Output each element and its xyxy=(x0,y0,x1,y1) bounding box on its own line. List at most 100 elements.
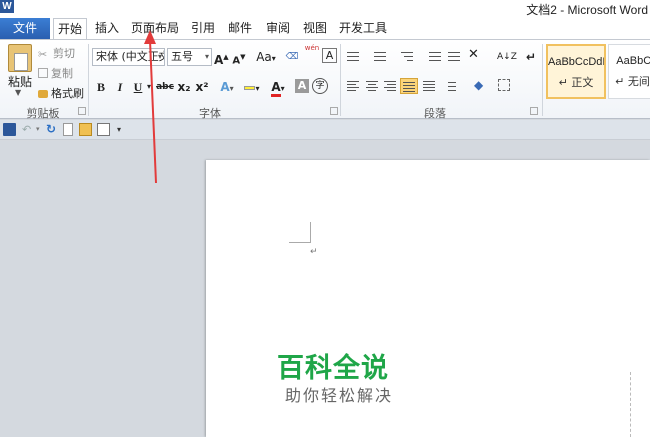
font-name-value: 宋体 (中文正文) xyxy=(96,50,164,63)
style-sample: AaBbCcI xyxy=(616,55,650,67)
decrease-indent-icon[interactable] xyxy=(427,49,443,63)
font-color-label: A xyxy=(271,80,281,97)
redo-icon[interactable]: ↻ xyxy=(46,123,59,136)
eraser-icon: ⌫ xyxy=(285,52,299,62)
shrink-font-label: A xyxy=(232,55,241,67)
paragraph-mark: ↵ xyxy=(310,247,318,257)
underline-dropdown-icon[interactable]: ▾ xyxy=(145,78,153,96)
bullets-icon[interactable] xyxy=(345,49,361,63)
distributed-icon[interactable] xyxy=(421,79,437,93)
superscript-button[interactable]: x² xyxy=(195,78,209,96)
clipboard-launcher-icon[interactable] xyxy=(78,107,86,115)
font-size-value: 五号 xyxy=(171,50,193,63)
enclose-characters-button[interactable]: A xyxy=(322,48,337,63)
strikethrough-button[interactable]: abc xyxy=(156,78,174,96)
tab-page-layout[interactable]: 页面布局 xyxy=(130,18,180,39)
group-divider xyxy=(88,44,89,116)
open-folder-icon[interactable] xyxy=(79,123,92,136)
scissors-icon: ✂ xyxy=(38,48,48,61)
text-effect-label: A xyxy=(220,80,230,94)
paragraph-group-label: 段落 xyxy=(424,107,446,120)
format-painter-button[interactable]: 格式刷 xyxy=(38,85,84,101)
align-left-icon[interactable] xyxy=(345,79,361,93)
tab-view[interactable]: 视图 xyxy=(300,18,330,39)
watermark-title: 百科全说 xyxy=(277,353,389,384)
sort-button[interactable]: A↓Z xyxy=(497,48,517,66)
phonetic-guide-button[interactable]: wén xyxy=(303,44,321,62)
shrink-font-button[interactable]: A▼ xyxy=(232,48,246,66)
tab-home[interactable]: 开始 xyxy=(53,18,87,40)
line-spacing-icon[interactable] xyxy=(442,79,458,93)
paste-icon[interactable] xyxy=(8,44,32,72)
justify-icon[interactable] xyxy=(400,78,418,94)
chevron-down-icon: ▾ xyxy=(157,52,162,61)
style-name: ↵ 无间隔 xyxy=(615,75,650,88)
clear-format-button[interactable]: ⌫ xyxy=(283,48,301,66)
multilevel-list-icon[interactable] xyxy=(399,49,415,63)
font-size-combo[interactable]: 五号 ▾ xyxy=(167,48,212,66)
highlighter-icon xyxy=(244,85,256,90)
crop-mark xyxy=(310,222,311,243)
word-app-icon[interactable]: W xyxy=(0,0,14,13)
new-document-icon[interactable] xyxy=(63,123,73,136)
group-divider xyxy=(542,44,543,116)
enclose-characters-label: A xyxy=(325,49,334,62)
text-effect-button[interactable]: A▾ xyxy=(218,78,236,96)
edit-document-icon[interactable] xyxy=(97,123,110,136)
ribbon-tab-row: 文件 开始 插入 页面布局 引用 邮件 审阅 视图 开发工具 xyxy=(0,18,650,40)
customize-qat-icon[interactable]: ▾ xyxy=(117,123,130,136)
copy-label: 复制 xyxy=(51,67,73,80)
title-bar: W 文档2 - Microsoft Word xyxy=(0,0,650,18)
phonetic-guide-label: wén xyxy=(304,44,320,52)
undo-icon[interactable]: ↶ xyxy=(22,123,35,136)
margin-guide xyxy=(630,372,631,437)
cut-label: 剪切 xyxy=(53,47,75,60)
tab-review[interactable]: 审阅 xyxy=(263,18,293,39)
paragraph-launcher-icon[interactable] xyxy=(530,107,538,115)
increase-indent-icon[interactable] xyxy=(446,49,462,63)
quick-access-toolbar: ↶ ▾ ↻ ▾ xyxy=(0,120,650,140)
align-right-icon[interactable] xyxy=(382,79,398,93)
crop-mark xyxy=(289,242,311,243)
align-center-icon[interactable] xyxy=(364,79,380,93)
enclose-char-button[interactable]: 字 xyxy=(312,78,328,94)
paste-dropdown-icon[interactable]: ▼ xyxy=(15,88,21,97)
brush-icon xyxy=(38,90,48,98)
font-launcher-icon[interactable] xyxy=(330,107,338,115)
copy-icon xyxy=(38,68,48,78)
change-case-button[interactable]: Aa▾ xyxy=(254,48,278,66)
tab-developer[interactable]: 开发工具 xyxy=(338,18,388,39)
highlight-button[interactable]: ▾ xyxy=(242,78,262,96)
numbering-icon[interactable] xyxy=(372,49,388,63)
watermark-subtitle: 助你轻松解决 xyxy=(285,386,394,405)
copy-button[interactable]: 复制 xyxy=(38,65,73,81)
chinese-layout-icon[interactable]: ✕ xyxy=(468,47,484,62)
style-normal[interactable]: AaBbCcDdI ↵ 正文 xyxy=(546,44,606,99)
change-case-label: Aa xyxy=(256,50,272,64)
tab-file[interactable]: 文件 xyxy=(0,18,50,39)
tab-mailings[interactable]: 邮件 xyxy=(225,18,255,39)
show-marks-icon[interactable]: ↵ xyxy=(524,48,538,66)
borders-icon[interactable] xyxy=(498,79,510,91)
grow-font-button[interactable]: A▲ xyxy=(214,48,229,67)
clipboard-group-label: 剪贴板 xyxy=(26,107,60,120)
character-shading-button[interactable]: A xyxy=(295,79,309,93)
subscript-button[interactable]: x₂ xyxy=(177,78,191,96)
underline-button[interactable]: U xyxy=(131,78,145,96)
grow-font-label: A xyxy=(214,53,224,67)
tab-insert[interactable]: 插入 xyxy=(92,18,122,39)
save-icon[interactable] xyxy=(3,123,16,136)
document-area[interactable]: ↵ 百科全说 助你轻松解决 xyxy=(0,141,650,437)
window-title: 文档2 - Microsoft Word xyxy=(526,3,648,17)
font-group-label: 字体 xyxy=(199,107,221,120)
italic-button[interactable]: I xyxy=(113,78,127,96)
style-no-spacing[interactable]: AaBbCcI ↵ 无间隔 xyxy=(608,44,650,99)
tab-references[interactable]: 引用 xyxy=(188,18,218,39)
shading-icon[interactable]: ◆ xyxy=(474,78,490,92)
bold-button[interactable]: B xyxy=(94,78,108,96)
document-page[interactable]: ↵ xyxy=(206,160,650,437)
font-name-combo[interactable]: 宋体 (中文正文)▾ xyxy=(92,48,165,66)
format-painter-label: 格式刷 xyxy=(51,87,84,100)
cut-button[interactable]: ✂ 剪切 xyxy=(38,45,75,61)
font-color-button[interactable]: A▾ xyxy=(268,78,288,97)
